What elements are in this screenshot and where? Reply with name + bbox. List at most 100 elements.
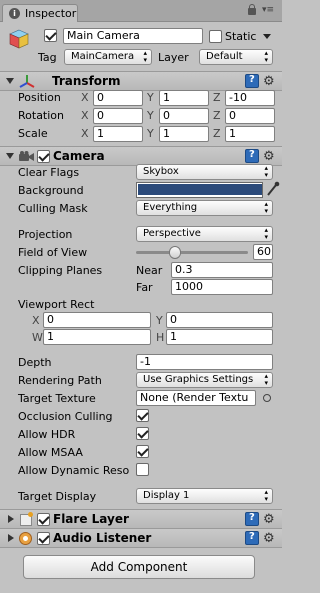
allow-msaa-label: Allow MSAA [18, 446, 83, 459]
fov-slider[interactable] [136, 246, 248, 260]
allow-msaa-checkbox[interactable] [136, 445, 149, 458]
rendering-path-dropdown[interactable]: Use Graphics Settings ▴ ▾ [136, 372, 273, 388]
layer-value: Default [206, 51, 243, 62]
foldout-arrow-icon[interactable] [8, 515, 18, 523]
clear-flags-dropdown[interactable]: Skybox ▴ ▾ [136, 164, 273, 180]
projection-dropdown[interactable]: Perspective ▴ ▾ [136, 226, 273, 242]
culling-mask-value: Everything [143, 202, 198, 213]
foldout-arrow-icon[interactable] [6, 78, 14, 84]
camera-enabled-checkbox[interactable] [37, 150, 50, 163]
fov-field[interactable]: 60 [253, 244, 273, 260]
vp-w-label: W [32, 331, 43, 344]
clear-flags-value: Skybox [143, 166, 179, 177]
eyedropper-glyph-icon[interactable] [266, 181, 280, 197]
scale-z-field[interactable]: 1 [225, 126, 275, 142]
position-z-field[interactable]: -10 [225, 90, 275, 106]
updown-arrow-icon: ▴ ▾ [264, 164, 268, 179]
near-label: Near [136, 264, 163, 277]
inspector-window: i Inspector ▾≡ Main Camera Static Tag Ma… [0, 0, 282, 593]
scale-x-field[interactable]: 1 [93, 126, 143, 142]
position-x-field[interactable]: 0 [93, 90, 143, 106]
rendering-path-value: Use Graphics Settings [143, 374, 254, 385]
flare-layer-title: Flare Layer [53, 512, 129, 526]
transform-header[interactable]: Transform ⚙ [0, 71, 282, 91]
depth-field[interactable]: -1 [136, 354, 273, 370]
flare-spark-icon [28, 512, 33, 517]
target-texture-field[interactable]: None (Render Textu [136, 390, 256, 406]
allow-dynamic-resolution-checkbox[interactable] [136, 463, 149, 476]
audio-listener-enabled-checkbox[interactable] [37, 532, 50, 545]
occlusion-culling-checkbox[interactable] [136, 409, 149, 422]
foldout-arrow-icon[interactable] [8, 534, 18, 542]
background-label: Background [18, 184, 84, 197]
help-book-icon[interactable] [245, 149, 259, 163]
vp-h-label: H [156, 331, 165, 344]
layer-label: Layer [158, 51, 189, 64]
audio-listener-inner-icon [23, 536, 28, 541]
rendering-path-label: Rendering Path [18, 374, 102, 387]
static-checkbox[interactable] [209, 30, 222, 43]
tab-inspector[interactable]: i Inspector [2, 4, 78, 22]
menu-icon[interactable]: ▾≡ [262, 6, 276, 16]
target-texture-label: Target Texture [18, 392, 96, 405]
culling-mask-dropdown[interactable]: Everything ▴ ▾ [136, 200, 273, 216]
rotation-x-field[interactable]: 0 [93, 108, 143, 124]
allow-hdr-checkbox[interactable] [136, 427, 149, 440]
axis-z-label: Z [213, 127, 221, 140]
background-color-swatch[interactable] [136, 182, 263, 198]
projection-value: Perspective [143, 228, 201, 239]
axis-x-label: X [81, 91, 89, 104]
occlusion-culling-label: Occlusion Culling [18, 410, 113, 423]
tag-label: Tag [38, 51, 57, 64]
viewport-x-field[interactable]: 0 [43, 312, 151, 328]
scale-y-field[interactable]: 1 [159, 126, 209, 142]
viewport-rect-label: Viewport Rect [18, 298, 95, 311]
static-dropdown-arrow-icon[interactable] [263, 34, 271, 39]
gear-icon[interactable]: ⚙ [263, 75, 275, 88]
fov-slider-thumb[interactable] [169, 246, 181, 259]
far-field[interactable]: 1000 [171, 279, 273, 295]
transform-axis-icon [19, 74, 35, 90]
viewport-y-field[interactable]: 0 [166, 312, 273, 328]
clear-flags-label: Clear Flags [18, 166, 80, 179]
gear-icon[interactable]: ⚙ [263, 150, 275, 163]
rotation-y-field[interactable]: 0 [159, 108, 209, 124]
gameobject-active-checkbox[interactable] [44, 29, 57, 42]
object-picker-icon[interactable] [263, 394, 271, 402]
scale-label: Scale [18, 127, 48, 140]
vp-x-label: X [32, 314, 40, 327]
updown-arrow-icon: ▴ ▾ [264, 226, 268, 241]
gear-icon[interactable]: ⚙ [263, 513, 275, 526]
transform-title: Transform [52, 74, 121, 88]
axis-x-label: X [81, 127, 89, 140]
viewport-w-field[interactable]: 1 [43, 329, 151, 345]
help-book-icon[interactable] [245, 74, 259, 88]
audio-listener-header[interactable]: Audio Listener ⚙ [0, 528, 282, 548]
tag-dropdown[interactable]: MainCamera ▴ ▾ [64, 49, 152, 65]
updown-arrow-icon: ▴ ▾ [264, 488, 268, 503]
axis-y-label: Y [147, 109, 154, 122]
gameobject-cube-icon [8, 28, 30, 50]
layer-dropdown[interactable]: Default ▴ ▾ [199, 49, 273, 65]
target-display-dropdown[interactable]: Display 1 ▴ ▾ [136, 488, 273, 504]
camera-icon [19, 151, 35, 162]
flare-layer-header[interactable]: Flare Layer ⚙ [0, 509, 282, 529]
flare-layer-enabled-checkbox[interactable] [37, 513, 50, 526]
updown-arrow-icon: ▴ ▾ [143, 49, 147, 64]
near-field[interactable]: 0.3 [171, 262, 273, 278]
foldout-arrow-icon[interactable] [6, 153, 14, 159]
axis-z-label: Z [213, 91, 221, 104]
rotation-z-field[interactable]: 0 [225, 108, 275, 124]
depth-label: Depth [18, 356, 52, 369]
static-label: Static [225, 30, 257, 43]
axis-z-label: Z [213, 109, 221, 122]
viewport-h-field[interactable]: 1 [166, 329, 273, 345]
add-component-button[interactable]: Add Component [23, 555, 255, 579]
gameobject-name-field[interactable]: Main Camera [63, 28, 203, 44]
help-book-icon[interactable] [245, 512, 259, 526]
axis-y-label: Y [147, 127, 154, 140]
gear-icon[interactable]: ⚙ [263, 532, 275, 545]
help-book-icon[interactable] [245, 531, 259, 545]
camera-header[interactable]: Camera ⚙ [0, 146, 282, 166]
position-y-field[interactable]: 1 [159, 90, 209, 106]
